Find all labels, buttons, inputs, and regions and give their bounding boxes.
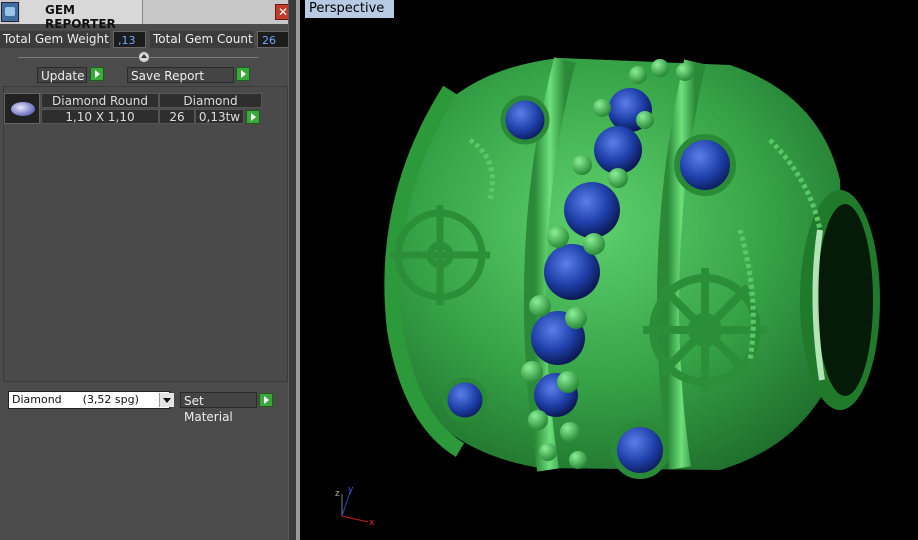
perspective-viewport[interactable]: Perspective z y x [300, 0, 918, 540]
total-gem-count-label: Total Gem Count [150, 31, 254, 48]
ring-opening [817, 204, 873, 396]
gem-count-cell: 26 [159, 109, 195, 124]
gem-reporter-panel: GEM REPORTER ✕ Total Gem Weight ,13 Tota… [0, 0, 296, 540]
gem-weight-cell: 0,13tw [195, 109, 244, 124]
update-button[interactable]: Update [37, 67, 87, 83]
material-select[interactable]: Diamond (3,52 spg) [8, 391, 174, 409]
save-report-button[interactable]: Save Report [127, 67, 234, 83]
set-material-button[interactable]: Set Material [180, 392, 257, 424]
total-gem-weight-value: ,13 [113, 31, 146, 48]
save-report-play-arrow-icon[interactable] [236, 67, 250, 81]
window-title: GEM REPORTER [45, 3, 116, 31]
update-play-arrow-icon[interactable] [90, 67, 104, 81]
bezel-gem [674, 134, 736, 196]
gem-row-play-arrow-icon[interactable] [246, 110, 260, 124]
gem-size-cell: 1,10 X 1,10 [41, 109, 159, 124]
title-tab[interactable]: GEM REPORTER [20, 0, 143, 31]
total-gem-weight-label: Total Gem Weight [0, 31, 110, 48]
bezel-gem [500, 95, 550, 145]
gem-shape [11, 102, 35, 116]
collapse-icon[interactable] [138, 51, 150, 63]
axis-y-label: y [348, 485, 354, 495]
gem-reporter-icon [1, 2, 19, 22]
bezel-gem [442, 377, 488, 423]
title-bar: GEM REPORTER ✕ [0, 0, 296, 31]
material-select-value: Diamond (3,52 spg) [12, 393, 139, 406]
viewport-label[interactable]: Perspective [305, 0, 394, 18]
axis-x-label: x [369, 518, 375, 528]
axis-z-label: z [335, 489, 340, 499]
total-gem-count-value: 26 [257, 31, 290, 48]
gem-round-thumbnail-icon [4, 93, 40, 124]
set-material-play-arrow-icon[interactable] [259, 393, 273, 407]
bezel-gem [611, 421, 669, 479]
dropdown-arrow-icon[interactable] [159, 393, 174, 407]
barrel-ring-model[interactable] [300, 0, 918, 540]
gem-material-header: Diamond [159, 93, 262, 108]
axis-gizmo-icon: z y x [335, 485, 375, 528]
gem-list [3, 86, 288, 382]
gem-cut-header: Diamond Round [41, 93, 159, 108]
